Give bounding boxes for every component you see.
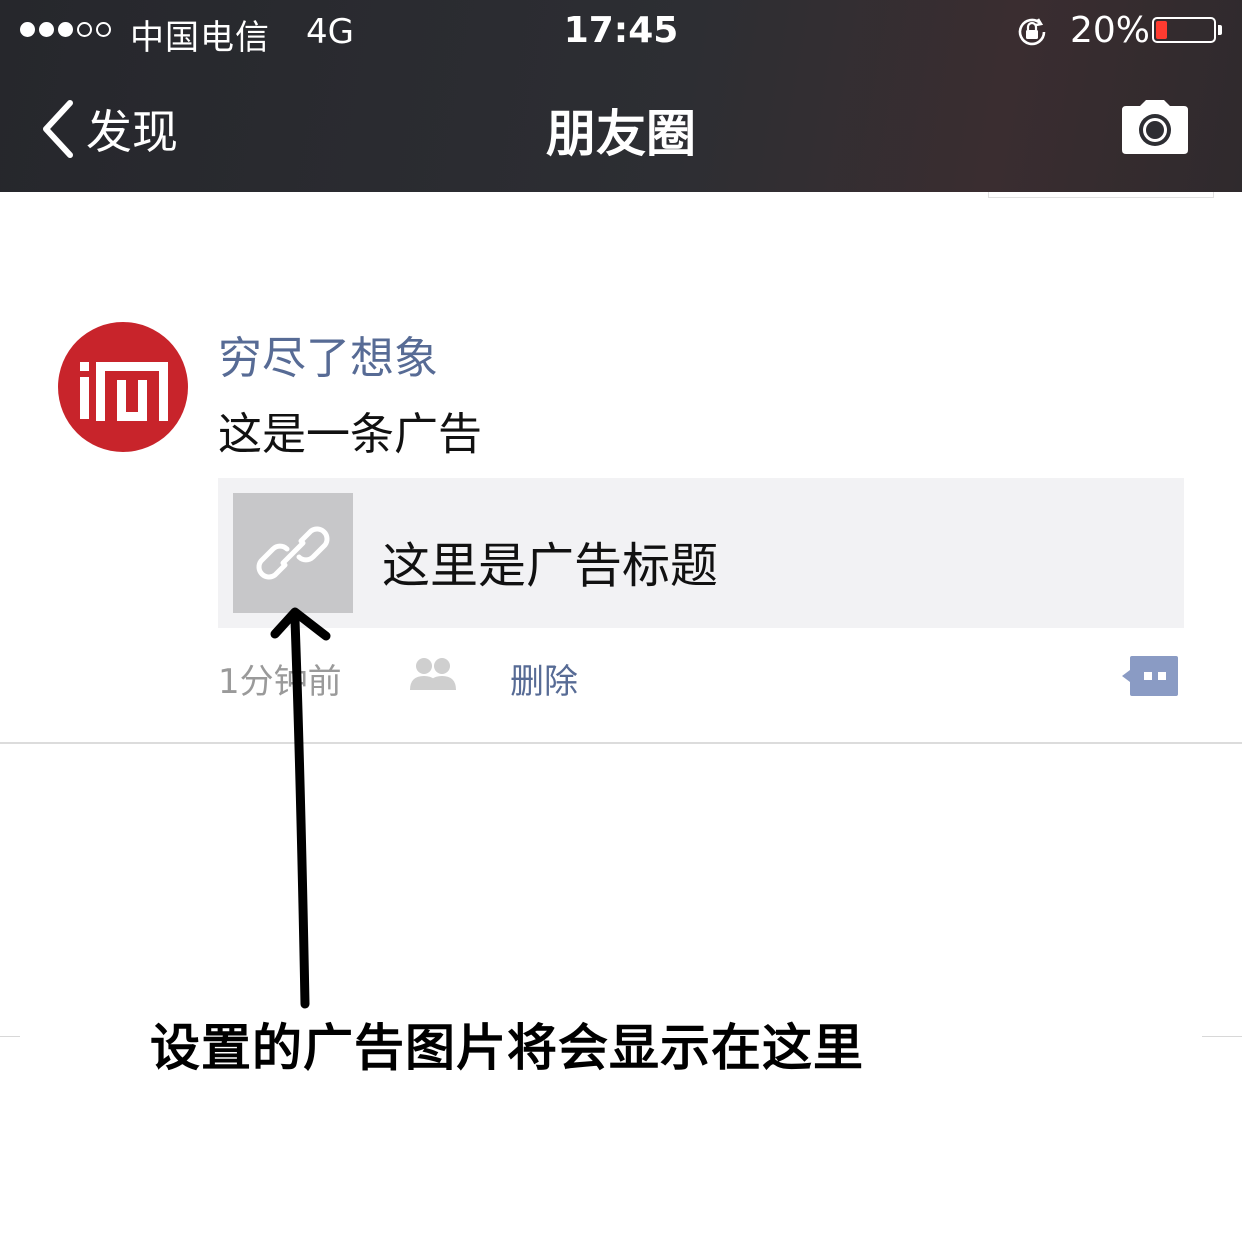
camera-icon[interactable] [1122, 100, 1188, 154]
status-time: 17:45 [563, 10, 679, 51]
rotation-lock-icon [1018, 18, 1046, 46]
post-divider [0, 742, 1242, 744]
friends-visibility-icon[interactable] [410, 656, 456, 690]
delete-button[interactable]: 删除 [510, 654, 578, 703]
battery-percent: 20% [1070, 10, 1151, 51]
link-icon [256, 526, 330, 580]
battery-tip [1218, 25, 1222, 35]
comment-menu-icon[interactable] [1120, 654, 1180, 698]
annotation-text: 设置的广告图片将会显示在这里 [150, 1019, 864, 1077]
section-divider-right [1202, 1036, 1242, 1037]
cover-image-edge [988, 192, 1214, 198]
section-divider-left [0, 1036, 20, 1037]
battery-level [1156, 21, 1167, 39]
ad-image-placeholder [233, 493, 353, 613]
post-text: 这是一条广告 [218, 409, 482, 460]
page-title: 朋友圈 [546, 105, 696, 163]
nav-bar: 发现 朋友圈 [0, 64, 1242, 192]
ad-link-card[interactable]: 这里是广告标题 [218, 478, 1184, 628]
annotation-arrow [270, 607, 331, 1009]
avatar[interactable] [58, 322, 188, 452]
ad-link-title: 这里是广告标题 [382, 538, 719, 594]
post-username[interactable]: 穷尽了想象 [218, 322, 438, 386]
top-bar: 中国电信 4G 17:45 20% 发现 朋友圈 [0, 0, 1242, 192]
status-bar: 中国电信 4G 17:45 20% [0, 0, 1242, 64]
battery-icon [1152, 17, 1216, 43]
